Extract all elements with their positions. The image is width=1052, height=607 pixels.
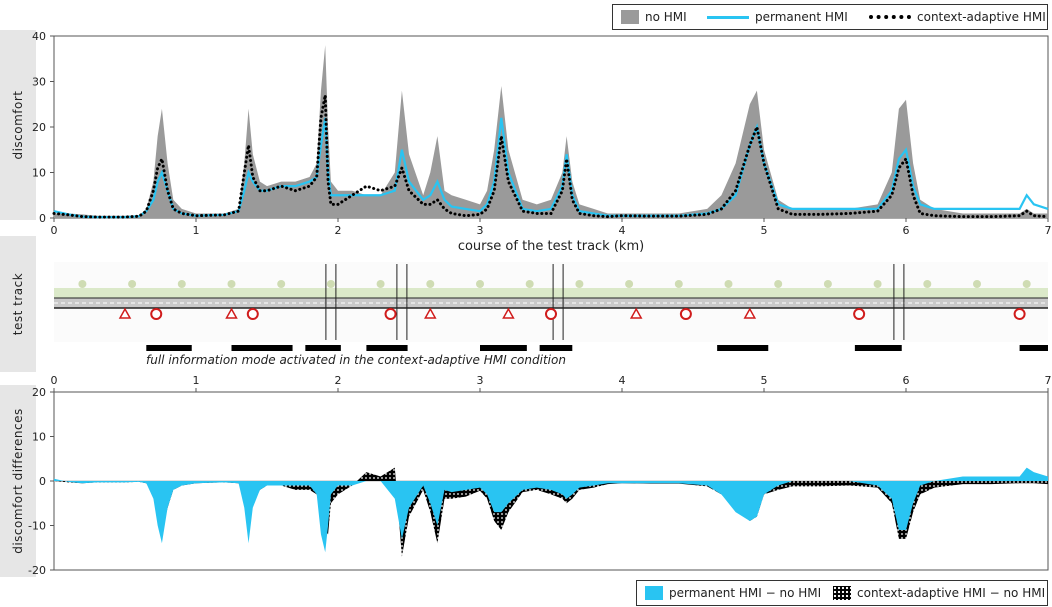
test-track-strip (54, 262, 1048, 342)
tree-icon (227, 280, 236, 288)
bottom-x-tick-label: 0 (51, 374, 58, 387)
series-area-permanent-diff (54, 467, 1048, 553)
tree-icon (525, 280, 534, 288)
prohibition-sign-icon (150, 308, 163, 320)
top-x-tick-label: 6 (903, 224, 910, 237)
tree-icon (973, 280, 981, 288)
bottom-x-tick-label: 1 (193, 374, 200, 387)
bottom-y-tick-label: 0 (39, 475, 46, 488)
top-series-group (52, 45, 1050, 219)
bottom-x-tick-label: 2 (335, 374, 342, 387)
full-info-segment-bar (854, 345, 902, 351)
bottom-x-tick-label: 7 (1045, 374, 1052, 387)
tree-icon (326, 280, 335, 288)
tree-icon (774, 280, 783, 288)
tree-icon (674, 280, 683, 288)
series-area-no-hmi (54, 45, 1048, 218)
top-y-tick-label: 30 (32, 76, 46, 89)
track-greenery (54, 288, 1048, 298)
tree-icon (128, 280, 137, 288)
prohibition-sign-icon (545, 308, 557, 320)
tree-icon (724, 280, 733, 288)
bottom-y-axis: -20 -10 0 10 20 (28, 386, 54, 577)
bottom-x-tick-label: 4 (619, 374, 626, 387)
bottom-x-tick-label: 6 (903, 374, 910, 387)
tree-icon (823, 280, 832, 288)
bottom-y-tick-label: 10 (32, 431, 46, 444)
top-x-tick-label: 3 (477, 224, 484, 237)
tree-icon (1022, 280, 1031, 288)
tree-icon (575, 280, 584, 288)
tree-icon (923, 280, 932, 288)
bottom-x-tick-label: 3 (477, 374, 484, 387)
top-y-tick-label: 10 (32, 167, 46, 180)
top-x-tick-label: 5 (761, 224, 768, 237)
full-info-segment-bar (231, 345, 293, 351)
prohibition-sign-icon (853, 308, 866, 320)
bottom-x-axis: 0 1 2 3 4 5 6 7 (51, 374, 1052, 392)
bottom-y-tick-label: 20 (32, 386, 46, 399)
full-info-segments (146, 345, 1048, 351)
full-info-segment-bar (717, 345, 769, 351)
top-x-tick-label: 4 (619, 224, 626, 237)
full-info-segment-bar (539, 345, 573, 351)
top-x-axis: 0 1 2 3 4 5 6 7 (51, 218, 1052, 237)
tree-icon (78, 280, 87, 288)
prohibition-sign-icon (1013, 308, 1026, 320)
top-y-tick-label: 40 (32, 30, 46, 43)
top-x-tick-label: 0 (51, 224, 58, 237)
top-y-tick-label: 20 (32, 121, 46, 134)
full-info-segment-bar (480, 345, 527, 351)
bottom-y-tick-label: -20 (28, 564, 46, 577)
prohibition-sign-icon (246, 308, 259, 320)
full-info-segment-bar (146, 345, 192, 351)
figure-canvas: 010203040 01234567 course of the test tr… (28, 30, 1052, 577)
full-info-annotation: full information mode activated in the c… (146, 353, 566, 367)
bottom-y-tick-label: -10 (28, 520, 46, 533)
bottom-series-group (54, 467, 1048, 557)
prohibition-sign-icon (384, 308, 397, 320)
full-info-segment-bar (366, 345, 408, 351)
top-x-axis-title: course of the test track (km) (458, 239, 644, 254)
tree-icon (873, 280, 882, 288)
tree-icon (277, 280, 286, 288)
top-x-tick-label: 7 (1045, 224, 1052, 237)
full-info-segment-bar (305, 345, 341, 351)
top-x-tick-label: 2 (335, 224, 342, 237)
top-x-tick-label: 1 (193, 224, 200, 237)
prohibition-sign-icon (679, 308, 692, 320)
tree-icon (177, 280, 186, 288)
top-y-tick-label: 0 (39, 212, 46, 225)
bottom-x-tick-label: 5 (761, 374, 768, 387)
tree-icon (625, 280, 634, 288)
tree-icon (476, 280, 484, 288)
top-y-axis: 0 10 20 30 40 (32, 30, 54, 225)
full-info-segment-bar (1019, 345, 1048, 351)
tree-icon (376, 280, 385, 288)
tree-icon (426, 280, 435, 288)
